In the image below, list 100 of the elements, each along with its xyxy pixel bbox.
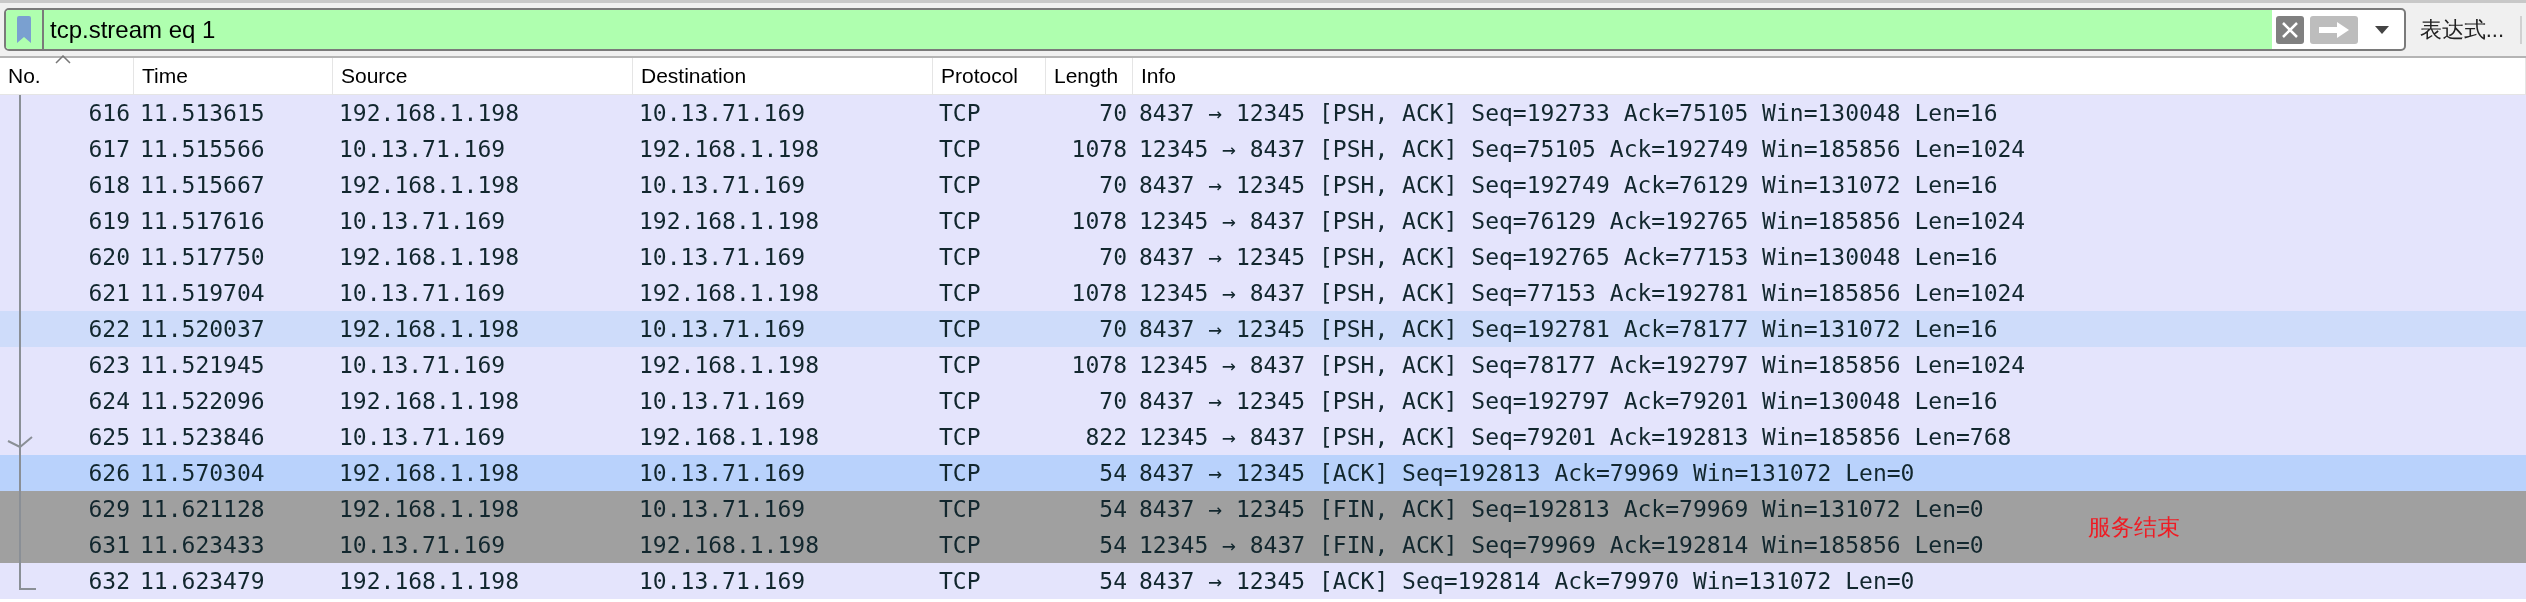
- column-header[interactable]: Time: [134, 58, 333, 94]
- length-cell-text: 1078: [1070, 206, 1128, 236]
- source-cell-text: 10.13.71.169: [338, 278, 507, 308]
- packet-row[interactable]: 623 11.521945 10.13.71.169 192.168.1.198 TCP 1078 12345 → 8437 [PSH, ACK] Seq=78177 Ack=192797 Win=185856 Len=1024: [0, 347, 2526, 383]
- packet-row[interactable]: 621 11.519704 10.13.71.169 192.168.1.198 TCP 1078 12345 → 8437 [PSH, ACK] Seq=77153 Ack=192781 Win=185856 Len=1024: [0, 275, 2526, 311]
- packet-row[interactable]: 625 11.523846 10.13.71.169 192.168.1.198 TCP 822 12345 → 8437 [PSH, ACK] Seq=79201 Ack=192813 Win=185856 Len=768: [0, 419, 2526, 455]
- packet-number: 623: [88, 350, 131, 380]
- info-cell-text: 8437 → 12345 [ACK] Seq=192814 Ack=79970 Win=131072 Len=0: [1138, 566, 1915, 596]
- time-cell-text: 11.519704: [139, 278, 266, 308]
- arrow-right-icon: [2316, 20, 2351, 39]
- destination-cell-text: 10.13.71.169: [638, 458, 807, 488]
- info-cell-text: 12345 → 8437 [PSH, ACK] Seq=79201 Ack=192813 Win=185856 Len=768: [1138, 422, 2012, 452]
- info-cell-text: 12345 → 8437 [PSH, ACK] Seq=77153 Ack=192781 Win=185856 Len=1024: [1138, 278, 2026, 308]
- destination-cell-text: 192.168.1.198: [638, 530, 820, 560]
- time-cell-text: 11.517616: [139, 206, 266, 236]
- packet-number: 616: [88, 98, 131, 128]
- column-header[interactable]: Length: [1046, 58, 1133, 94]
- destination-cell-text: 10.13.71.169: [638, 494, 807, 524]
- source-cell-text: 192.168.1.198: [338, 98, 520, 128]
- source-cell-text: 192.168.1.198: [338, 494, 520, 524]
- column-header[interactable]: Source: [333, 58, 633, 94]
- length-cell-text: 70: [1098, 98, 1128, 128]
- destination-cell-text: 10.13.71.169: [638, 98, 807, 128]
- length-cell-text: 70: [1098, 170, 1128, 200]
- packet-number: 625: [88, 422, 131, 452]
- length-cell-text: 54: [1098, 494, 1128, 524]
- destination-cell-text: 192.168.1.198: [638, 206, 820, 236]
- protocol-cell-text: TCP: [938, 350, 982, 380]
- bookmark-icon[interactable]: [16, 15, 32, 44]
- caret-icon: [2374, 25, 2389, 34]
- time-cell-text: 11.570304: [139, 458, 266, 488]
- length-cell-text: 1078: [1070, 278, 1128, 308]
- column-header[interactable]: No.: [0, 58, 134, 94]
- packet-row[interactable]: 624 11.522096 192.168.1.198 10.13.71.169 TCP 70 8437 → 12345 [PSH, ACK] Seq=192797 Ack=79201 Win=130048 Len=16: [0, 383, 2526, 419]
- destination-cell-text: 10.13.71.169: [638, 566, 807, 596]
- length-cell-text: 54: [1098, 458, 1128, 488]
- display-filter-field[interactable]: tcp.stream eq 1: [4, 8, 2406, 51]
- info-cell-text: 8437 → 12345 [FIN, ACK] Seq=192813 Ack=79969 Win=131072 Len=0: [1138, 494, 1984, 524]
- length-cell-text: 54: [1098, 530, 1128, 560]
- packet-number: 617: [88, 134, 131, 164]
- source-cell-text: 192.168.1.198: [338, 458, 520, 488]
- time-cell-text: 11.515566: [139, 134, 266, 164]
- clear-button[interactable]: [2275, 15, 2304, 44]
- column-header[interactable]: Destination: [633, 58, 933, 94]
- info-cell-text: 8437 → 12345 [PSH, ACK] Seq=192781 Ack=78177 Win=131072 Len=16: [1138, 314, 1998, 344]
- packet-row[interactable]: 617 11.515566 10.13.71.169 192.168.1.198 TCP 1078 12345 → 8437 [PSH, ACK] Seq=75105 Ack=192749 Win=185856 Len=1024: [0, 131, 2526, 167]
- time-cell-text: 11.523846: [139, 422, 266, 452]
- packet-row[interactable]: 620 11.517750 192.168.1.198 10.13.71.169 TCP 70 8437 → 12345 [PSH, ACK] Seq=192765 Ack=77153 Win=130048 Len=16: [0, 239, 2526, 275]
- source-cell-text: 192.168.1.198: [338, 170, 520, 200]
- packet-number: 629: [88, 494, 131, 524]
- column-header[interactable]: Protocol: [933, 58, 1046, 94]
- packet-number: 618: [88, 170, 131, 200]
- protocol-cell-text: TCP: [938, 170, 982, 200]
- packet-row[interactable]: 619 11.517616 10.13.71.169 192.168.1.198 TCP 1078 12345 → 8437 [PSH, ACK] Seq=76129 Ack=192765 Win=185856 Len=1024: [0, 203, 2526, 239]
- protocol-cell-text: TCP: [938, 314, 982, 344]
- source-cell-text: 192.168.1.198: [338, 566, 520, 596]
- packet-number: 626: [88, 458, 131, 488]
- time-cell-text: 11.521945: [139, 350, 266, 380]
- source-cell-text: 10.13.71.169: [338, 422, 507, 452]
- packet-number: 619: [88, 206, 131, 236]
- info-cell-text: 8437 → 12345 [PSH, ACK] Seq=192765 Ack=77153 Win=130048 Len=16: [1138, 242, 1998, 272]
- source-cell-text: 192.168.1.198: [338, 242, 520, 272]
- time-cell-text: 11.623479: [139, 566, 266, 596]
- length-cell-text: 70: [1098, 314, 1128, 344]
- length-cell-text: 54: [1098, 566, 1128, 596]
- packet-number: 631: [88, 530, 131, 560]
- protocol-cell-text: TCP: [938, 458, 982, 488]
- packet-row[interactable]: 618 11.515667 192.168.1.198 10.13.71.169 TCP 70 8437 → 12345 [PSH, ACK] Seq=192749 Ack=76129 Win=131072 Len=16: [0, 167, 2526, 203]
- info-cell-text: 12345 → 8437 [FIN, ACK] Seq=79969 Ack=192814 Win=185856 Len=0: [1138, 530, 1984, 560]
- source-cell-text: 10.13.71.169: [338, 206, 507, 236]
- protocol-cell-text: TCP: [938, 278, 982, 308]
- source-cell-text: 10.13.71.169: [338, 350, 507, 380]
- destination-cell-text: 192.168.1.198: [638, 422, 820, 452]
- protocol-cell-text: TCP: [938, 386, 982, 416]
- column-header[interactable]: Info: [1133, 58, 2526, 94]
- protocol-cell-text: TCP: [938, 206, 982, 236]
- destination-cell-text: 192.168.1.198: [638, 134, 820, 164]
- length-cell-text: 1078: [1070, 134, 1128, 164]
- packet-number: 622: [88, 314, 131, 344]
- packet-number: 632: [88, 566, 131, 596]
- source-cell-text: 10.13.71.169: [338, 134, 507, 164]
- time-cell-text: 11.623433: [139, 530, 266, 560]
- protocol-cell-text: TCP: [938, 98, 982, 128]
- info-cell-text: 12345 → 8437 [PSH, ACK] Seq=75105 Ack=192749 Win=185856 Len=1024: [1138, 134, 2026, 164]
- time-cell-text: 11.517750: [139, 242, 266, 272]
- packet-row[interactable]: 632 11.623479 192.168.1.198 10.13.71.169 TCP 54 8437 → 12345 [ACK] Seq=192814 Ack=79970 Win=131072 Len=0: [0, 563, 2526, 599]
- time-cell-text: 11.513615: [139, 98, 266, 128]
- info-cell-text: 8437 → 12345 [PSH, ACK] Seq=192797 Ack=79201 Win=130048 Len=16: [1138, 386, 1998, 416]
- protocol-cell-text: TCP: [938, 566, 982, 596]
- source-cell-text: 192.168.1.198: [338, 386, 520, 416]
- time-cell-text: 11.515667: [139, 170, 266, 200]
- length-cell-text: 70: [1098, 386, 1128, 416]
- length-cell-text: 70: [1098, 242, 1128, 272]
- packet-row[interactable]: 622 11.520037 192.168.1.198 10.13.71.169 TCP 70 8437 → 12345 [PSH, ACK] Seq=192781 Ack=78177 Win=131072 Len=16: [0, 311, 2526, 347]
- source-cell-text: 192.168.1.198: [338, 314, 520, 344]
- info-cell-text: 12345 → 8437 [PSH, ACK] Seq=76129 Ack=192765 Win=185856 Len=1024: [1138, 206, 2026, 236]
- packet-row[interactable]: 626 11.570304 192.168.1.198 10.13.71.169 TCP 54 8437 → 12345 [ACK] Seq=192813 Ack=79969 Win=131072 Len=0: [0, 455, 2526, 491]
- close-icon: [2280, 20, 2299, 39]
- expression-button[interactable]: 表达式...: [2419, 15, 2522, 44]
- packet-row[interactable]: 616 11.513615 192.168.1.198 10.13.71.169 TCP 70 8437 → 12345 [PSH, ACK] Seq=192733 Ack=75105 Win=130048 Len=16: [0, 95, 2526, 131]
